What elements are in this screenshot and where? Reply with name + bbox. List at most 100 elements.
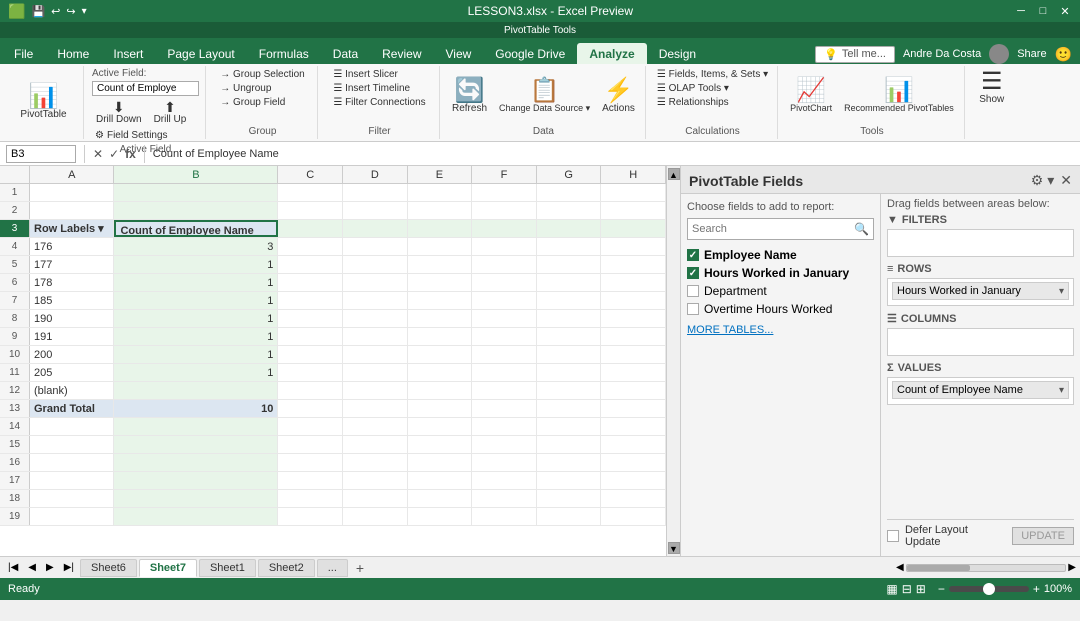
cell-f1[interactable] (472, 184, 537, 201)
cell-f3[interactable] (472, 220, 537, 237)
more-tables-link[interactable]: MORE TABLES... (687, 324, 874, 336)
sheet-nav-prev[interactable]: ◀ (24, 560, 40, 575)
tell-me-box[interactable]: 💡 Tell me... (815, 46, 895, 63)
cell-e12[interactable] (408, 382, 473, 399)
cell-a3[interactable]: Row Labels ▾ (30, 220, 114, 237)
cell-d6[interactable] (343, 274, 408, 291)
cell-c2[interactable] (278, 202, 343, 219)
cell-c9[interactable] (278, 328, 343, 345)
cell-h4[interactable] (601, 238, 666, 255)
cell-d11[interactable] (343, 364, 408, 381)
cell-h12[interactable] (601, 382, 666, 399)
cell-b13[interactable]: 10 (114, 400, 278, 417)
fields-items-sets-btn[interactable]: ☰ Fields, Items, & Sets ▾ (654, 68, 771, 81)
cell-a13[interactable]: Grand Total (30, 400, 114, 417)
tab-page-layout[interactable]: Page Layout (155, 43, 246, 64)
pivot-rows-dropdown-icon[interactable]: ▾ (1059, 286, 1064, 297)
cell-c3[interactable] (278, 220, 343, 237)
pivot-checkbox-overtime[interactable] (687, 303, 699, 315)
cell-f5[interactable] (472, 256, 537, 273)
cell-b7[interactable]: 1 (114, 292, 278, 309)
cell-c8[interactable] (278, 310, 343, 327)
col-header-g[interactable]: G (537, 166, 602, 183)
scrollbar-thumb[interactable] (907, 565, 970, 571)
cell-h2[interactable] (601, 202, 666, 219)
field-settings-btn[interactable]: ⚙ Field Settings (92, 129, 199, 142)
quick-access-redo[interactable]: ↪ (66, 5, 75, 18)
cell-d8[interactable] (343, 310, 408, 327)
cell-a7[interactable]: 185 (30, 292, 114, 309)
cell-a4[interactable]: 176 (30, 238, 114, 255)
pivot-rows-item-hours[interactable]: Hours Worked in January ▾ (892, 282, 1069, 300)
cell-f10[interactable] (472, 346, 537, 363)
tab-design[interactable]: Design (647, 43, 708, 64)
cell-g8[interactable] (537, 310, 602, 327)
zoom-slider[interactable] (949, 586, 1029, 592)
cell-b3[interactable]: Count of Employee Name (114, 220, 278, 237)
cell-e8[interactable] (408, 310, 473, 327)
tab-view[interactable]: View (434, 43, 484, 64)
cell-e10[interactable] (408, 346, 473, 363)
pivot-field-employee-name[interactable]: ✓ Employee Name (687, 246, 874, 264)
cell-b10[interactable]: 1 (114, 346, 278, 363)
col-header-d[interactable]: D (343, 166, 408, 183)
cell-d3[interactable] (343, 220, 408, 237)
cell-g10[interactable] (537, 346, 602, 363)
cell-c4[interactable] (278, 238, 343, 255)
cell-e4[interactable] (408, 238, 473, 255)
cell-d2[interactable] (343, 202, 408, 219)
cell-e11[interactable] (408, 364, 473, 381)
cell-h6[interactable] (601, 274, 666, 291)
tab-data[interactable]: Data (321, 43, 370, 64)
relationships-btn[interactable]: ☰ Relationships (654, 96, 771, 109)
cell-a10[interactable]: 200 (30, 346, 114, 363)
sheet-tab-sheet7[interactable]: Sheet7 (139, 559, 197, 577)
cell-h5[interactable] (601, 256, 666, 273)
quick-access-save[interactable]: 💾 (31, 5, 45, 18)
close-btn[interactable]: ✕ (1058, 4, 1072, 18)
minimize-btn[interactable]: ─ (1014, 4, 1028, 18)
scroll-down-btn[interactable]: ▼ (668, 542, 680, 554)
tab-insert[interactable]: Insert (101, 43, 155, 64)
cell-f7[interactable] (472, 292, 537, 309)
pivot-rows-box[interactable]: Hours Worked in January ▾ (887, 278, 1074, 306)
cell-h11[interactable] (601, 364, 666, 381)
group-field-btn[interactable]: → Group Field (217, 96, 308, 109)
scrollbar-track[interactable] (906, 564, 1067, 572)
pivot-checkbox-hours-january[interactable]: ✓ (687, 267, 699, 279)
page-layout-view-btn[interactable]: ⊟ (902, 582, 912, 596)
pivot-values-item-count[interactable]: Count of Employee Name ▾ (892, 381, 1069, 399)
sheet-nav-last[interactable]: ▶| (60, 560, 78, 575)
cell-g4[interactable] (537, 238, 602, 255)
cell-d5[interactable] (343, 256, 408, 273)
sheet-tab-sheet2[interactable]: Sheet2 (258, 559, 315, 577)
col-header-b[interactable]: B (114, 166, 278, 183)
ungroup-btn[interactable]: → Ungroup (217, 82, 308, 95)
cell-g1[interactable] (537, 184, 602, 201)
cell-b2[interactable] (114, 202, 278, 219)
cell-d4[interactable] (343, 238, 408, 255)
quick-access-undo[interactable]: ↩ (51, 5, 60, 18)
defer-checkbox[interactable] (887, 530, 899, 542)
cell-g13[interactable] (537, 400, 602, 417)
pivot-search-input[interactable] (688, 223, 850, 235)
cell-a5[interactable]: 177 (30, 256, 114, 273)
cell-e6[interactable] (408, 274, 473, 291)
scroll-up-btn[interactable]: ▲ (668, 168, 680, 180)
cell-f4[interactable] (472, 238, 537, 255)
actions-btn[interactable]: ⚡ Actions (598, 77, 639, 116)
cell-f8[interactable] (472, 310, 537, 327)
cell-h10[interactable] (601, 346, 666, 363)
cell-b5[interactable]: 1 (114, 256, 278, 273)
cell-a11[interactable]: 205 (30, 364, 114, 381)
cell-g3[interactable] (537, 220, 602, 237)
cell-d1[interactable] (343, 184, 408, 201)
cell-f9[interactable] (472, 328, 537, 345)
col-header-h[interactable]: H (601, 166, 666, 183)
cell-b11[interactable]: 1 (114, 364, 278, 381)
group-selection-btn[interactable]: → Group Selection (217, 68, 308, 81)
cell-c6[interactable] (278, 274, 343, 291)
drill-up-btn[interactable]: ⬆ Drill Up (150, 98, 191, 127)
cell-g11[interactable] (537, 364, 602, 381)
cell-d7[interactable] (343, 292, 408, 309)
